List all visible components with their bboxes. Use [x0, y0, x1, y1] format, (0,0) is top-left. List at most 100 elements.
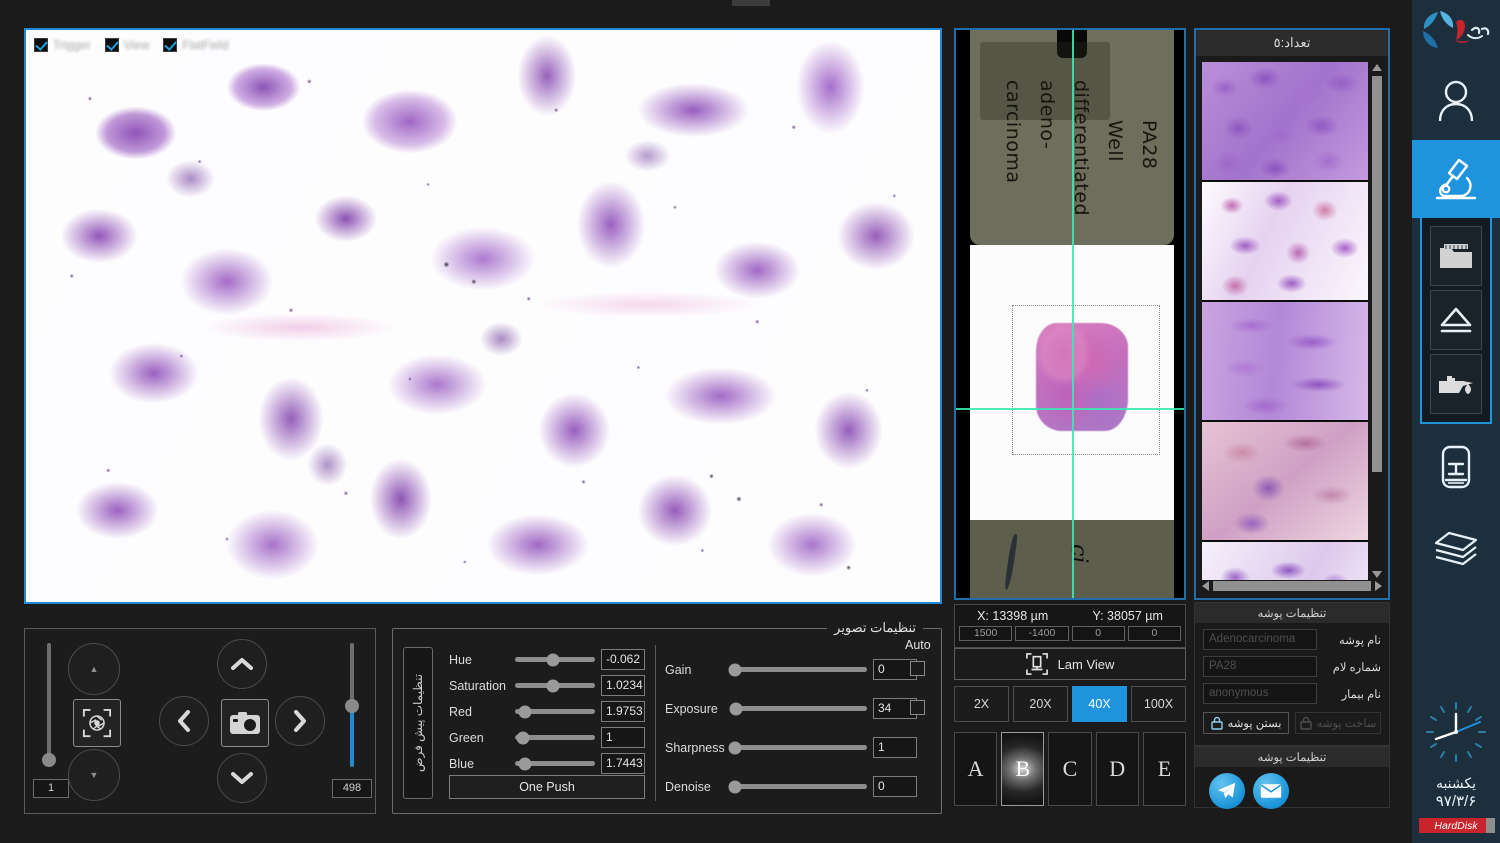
sidebar-item-folder[interactable]: [1430, 226, 1482, 286]
slider-row-red: Red 1.9753: [449, 701, 645, 722]
telegram-button[interactable]: [1209, 773, 1245, 809]
slider-knob[interactable]: [728, 663, 742, 676]
scroll-right-icon[interactable]: [1375, 581, 1382, 591]
thumbnail-vertical-scrollbar[interactable]: [1370, 62, 1384, 580]
live-camera-view[interactable]: Trigger View FlatField: [24, 28, 942, 604]
focus-up-button[interactable]: ▲: [68, 643, 120, 695]
vertical-scroll-thumb[interactable]: [1372, 76, 1382, 472]
eject-icon: [1440, 307, 1472, 333]
sidebar-item-microscope[interactable]: [1412, 140, 1500, 218]
default-settings-button[interactable]: تنظیمات پیش فرض: [403, 647, 433, 799]
focus-value-box[interactable]: 1: [33, 779, 69, 798]
storage-badge[interactable]: HardDisk: [1419, 818, 1495, 833]
slider-knob[interactable]: [518, 757, 532, 770]
stage-down-button[interactable]: [217, 753, 267, 803]
thumbnail-item[interactable]: [1202, 182, 1368, 300]
slider-value[interactable]: -0.062: [601, 649, 645, 670]
zoom-slider-knob[interactable]: [345, 699, 359, 713]
slider-track[interactable]: [729, 702, 867, 715]
close-folder-button[interactable]: بستن پوشه: [1203, 712, 1289, 734]
slider-track[interactable]: [728, 663, 867, 676]
slide-position-button-a[interactable]: A: [954, 732, 998, 806]
capture-button[interactable]: [221, 699, 269, 747]
focus-slider[interactable]: [42, 643, 56, 767]
scroll-up-icon[interactable]: [1372, 64, 1382, 71]
slider-value[interactable]: 1: [873, 737, 917, 758]
focus-down-button[interactable]: ▼: [68, 749, 120, 801]
thumbnail-item[interactable]: [1202, 542, 1368, 580]
slider-knob[interactable]: [728, 741, 742, 754]
sidebar-item-oil[interactable]: [1430, 354, 1482, 414]
slider-knob[interactable]: [518, 705, 532, 718]
overlay-checkbox-flatfield[interactable]: FlatField: [163, 38, 228, 52]
layers-icon: [1434, 531, 1478, 566]
coordinate-field-2[interactable]: 0: [1071, 626, 1125, 641]
zoom-value-box[interactable]: 498: [332, 779, 372, 798]
slider-track[interactable]: [515, 731, 595, 744]
magnification-button-2x[interactable]: 2X: [954, 686, 1009, 722]
slider-knob[interactable]: [546, 679, 560, 692]
sidebar-item-slide-cassette[interactable]: [1412, 424, 1500, 510]
email-button[interactable]: [1253, 773, 1289, 809]
autofocus-button[interactable]: [73, 699, 121, 747]
slider-value[interactable]: 1.9753: [601, 701, 645, 722]
sidebar-item-eject[interactable]: [1430, 290, 1482, 350]
slider-track[interactable]: [515, 653, 595, 666]
thumbnail-item[interactable]: [1202, 62, 1368, 180]
sidebar-item-layers[interactable]: [1412, 510, 1500, 590]
slider-value[interactable]: 1.0234: [601, 675, 645, 696]
slide-position-button-c[interactable]: C: [1048, 732, 1092, 806]
magnification-button-100x[interactable]: 100X: [1131, 686, 1186, 722]
stage-left-button[interactable]: [159, 696, 209, 746]
zoom-slider[interactable]: [345, 643, 359, 767]
folder-action-buttons: ساخت پوشه بستن پوشه: [1203, 712, 1381, 734]
folder-settings-panel: تنظیمات پوشه نام پوشه Adenocarcinoma شماره…: [1194, 602, 1390, 746]
horizontal-scroll-thumb[interactable]: [1213, 581, 1371, 591]
folder-field-input[interactable]: PA28: [1203, 656, 1317, 677]
lam-view-button[interactable]: Lam View: [954, 648, 1186, 680]
coordinate-field-1[interactable]: -1400: [1015, 626, 1069, 641]
slider-value[interactable]: 0: [873, 776, 917, 797]
app-logo[interactable]: [1412, 0, 1500, 62]
slider-knob[interactable]: [546, 653, 560, 666]
auto-checkbox-gain[interactable]: [910, 661, 925, 676]
slide-position-button-d[interactable]: D: [1095, 732, 1139, 806]
stage-right-button[interactable]: [275, 696, 325, 746]
slider-value[interactable]: 1: [601, 727, 645, 748]
magnification-button-20x[interactable]: 20X: [1013, 686, 1068, 722]
coordinate-field-3[interactable]: 0: [1127, 626, 1181, 641]
one-push-button[interactable]: One Push: [449, 775, 645, 799]
stage-up-button[interactable]: [217, 639, 267, 689]
sidebar-item-user[interactable]: [1412, 62, 1500, 140]
folder-field-input[interactable]: Adenocarcinoma: [1203, 629, 1317, 650]
scroll-left-icon[interactable]: [1202, 581, 1209, 591]
overlay-checkbox-view[interactable]: View: [104, 38, 149, 52]
slider-value[interactable]: 1.7443: [601, 753, 645, 774]
slider-knob[interactable]: [516, 731, 530, 744]
slider-track[interactable]: [728, 741, 867, 754]
checkbox-box[interactable]: [163, 38, 178, 52]
slide-position-button-e[interactable]: E: [1142, 732, 1187, 806]
magnification-button-40x[interactable]: 40X: [1072, 686, 1127, 722]
slider-knob[interactable]: [729, 702, 743, 715]
overlay-checkbox-trigger[interactable]: Trigger: [34, 38, 91, 52]
slider-track[interactable]: [515, 679, 595, 692]
thumbnail-item[interactable]: [1202, 422, 1368, 540]
scroll-down-icon[interactable]: [1372, 571, 1382, 578]
thumbnail-item[interactable]: [1202, 302, 1368, 420]
slider-track[interactable]: [515, 757, 595, 770]
create-folder-button[interactable]: ساخت پوشه: [1295, 712, 1381, 734]
thumbnail-list[interactable]: [1202, 62, 1368, 580]
focus-slider-knob[interactable]: [42, 753, 56, 767]
slider-track[interactable]: [728, 780, 867, 793]
checkbox-box[interactable]: [34, 38, 48, 52]
thumbnail-horizontal-scrollbar[interactable]: [1202, 579, 1382, 593]
folder-field-input[interactable]: anonymous: [1203, 683, 1317, 704]
slider-knob[interactable]: [728, 780, 742, 793]
slide-macro-preview[interactable]: PA28 Well differentiated adeno-carcinoma ci: [954, 28, 1186, 600]
coordinate-field-0[interactable]: 1500: [959, 626, 1013, 641]
checkbox-box[interactable]: [104, 38, 119, 52]
slide-position-button-b[interactable]: B: [1001, 732, 1045, 806]
auto-checkbox-exposure[interactable]: [910, 700, 925, 715]
slider-track[interactable]: [515, 705, 595, 718]
